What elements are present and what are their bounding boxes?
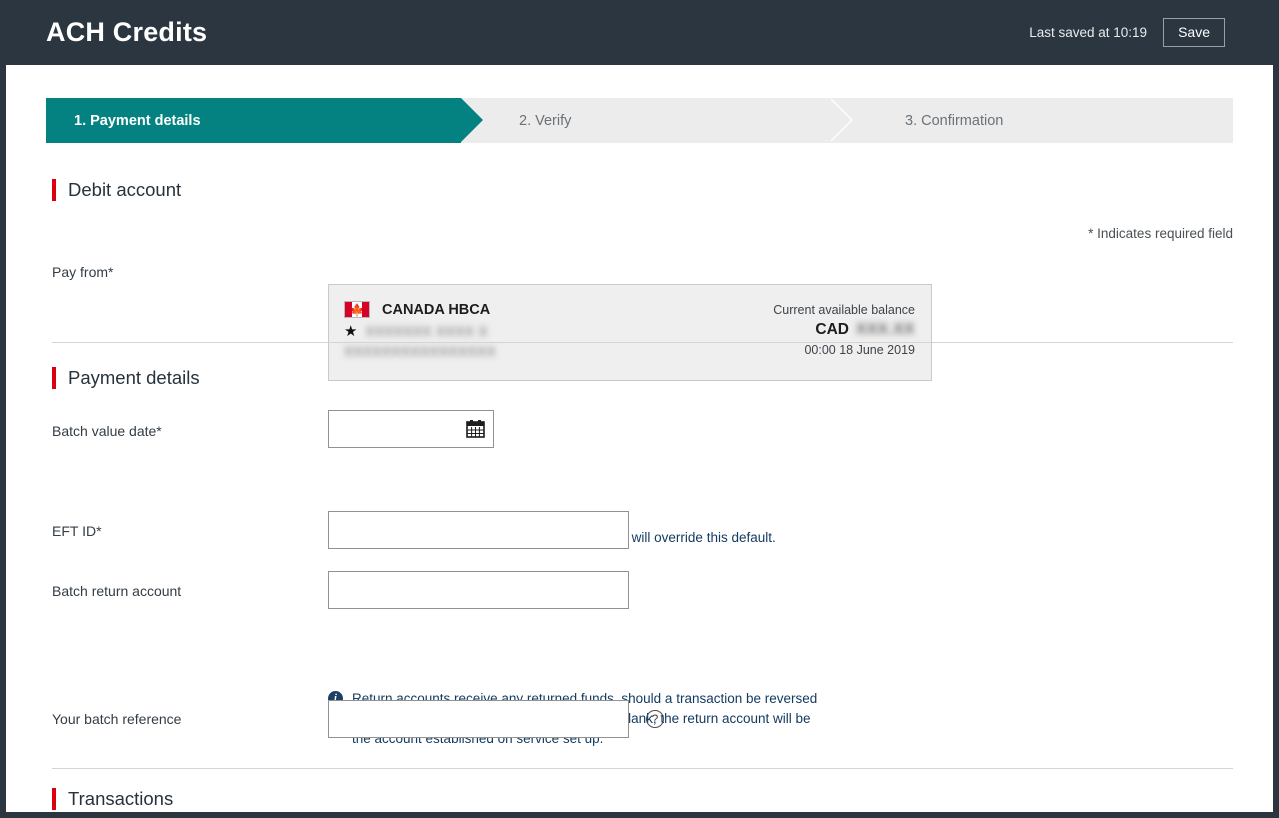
batch-reference-input[interactable] bbox=[328, 700, 629, 738]
debit-account-card[interactable]: 🍁 CANADA HBCA ★ XXXXXXX XXXX X XXXXXXXXX… bbox=[328, 284, 932, 381]
step-3-label: 3. Confirmation bbox=[905, 112, 1004, 129]
app-header: ACH Credits Last saved at 10:19 Save bbox=[0, 0, 1279, 65]
account-title-row: 🍁 CANADA HBCA bbox=[344, 301, 496, 318]
divider-debit-payment bbox=[52, 342, 1233, 343]
account-favorite-row: ★ XXXXXXX XXXX X bbox=[344, 324, 496, 339]
batch-value-date-wrapper bbox=[328, 410, 494, 449]
section-accent-bar bbox=[52, 179, 56, 201]
account-title: CANADA HBCA bbox=[382, 301, 491, 318]
batch-return-account-input[interactable] bbox=[328, 571, 629, 609]
step-confirmation[interactable]: 3. Confirmation bbox=[851, 98, 1233, 143]
balance-timestamp: 00:00 18 June 2019 bbox=[804, 343, 915, 357]
page-body: 1. Payment details 2. Verify 3. Confirma… bbox=[6, 65, 1273, 812]
balance-currency: CAD bbox=[815, 321, 849, 338]
batch-return-account-label: Batch return account bbox=[52, 583, 182, 599]
calendar-icon[interactable] bbox=[466, 419, 485, 438]
progress-stepper: 1. Payment details 2. Verify 3. Confirma… bbox=[46, 98, 1233, 143]
batch-reference-label: Your batch reference bbox=[52, 711, 182, 727]
question-mark-icon[interactable]: ? bbox=[646, 710, 664, 728]
section-title-transactions: Transactions bbox=[68, 788, 174, 809]
page-title: ACH Credits bbox=[46, 17, 208, 47]
account-number-masked: XXXXXXXXXXXXXXXX bbox=[344, 344, 497, 359]
divider-payment-transactions bbox=[52, 768, 1233, 769]
batch-value-date-label: Batch value date* bbox=[52, 423, 162, 439]
balance-amount-masked: XXX.XX bbox=[856, 321, 915, 338]
step-payment-details[interactable]: 1. Payment details bbox=[46, 98, 483, 143]
section-title-payment-details: Payment details bbox=[68, 367, 200, 388]
eft-id-input[interactable] bbox=[328, 511, 629, 549]
header-actions: Last saved at 10:19 Save bbox=[1029, 17, 1225, 48]
account-balance-block: Current available balance CAD XXX.XX 00:… bbox=[773, 303, 915, 357]
balance-amount-row: CAD XXX.XX bbox=[773, 321, 915, 339]
section-header-transactions: Transactions bbox=[52, 788, 173, 810]
account-identity: 🍁 CANADA HBCA ★ XXXXXXX XXXX X XXXXXXXXX… bbox=[344, 301, 496, 359]
save-button[interactable]: Save bbox=[1163, 17, 1225, 48]
section-title-debit-account: Debit account bbox=[68, 179, 182, 200]
step-2-label: 2. Verify bbox=[519, 112, 572, 129]
step-1-label: 1. Payment details bbox=[74, 112, 201, 129]
section-accent-bar bbox=[52, 367, 56, 389]
last-saved-status: Last saved at 10:19 bbox=[1029, 24, 1148, 40]
app-screen: ACH Credits Last saved at 10:19 Save 1. … bbox=[0, 0, 1279, 818]
section-accent-bar bbox=[52, 788, 56, 810]
balance-label: Current available balance bbox=[773, 303, 915, 317]
section-header-payment-details: Payment details bbox=[52, 367, 200, 389]
star-icon: ★ bbox=[344, 323, 358, 340]
canada-flag-icon: 🍁 bbox=[344, 301, 370, 318]
step-verify[interactable]: 2. Verify bbox=[461, 98, 853, 143]
required-field-note: * Indicates required field bbox=[1088, 226, 1233, 241]
pay-from-label: Pay from* bbox=[52, 264, 114, 280]
account-name-masked: XXXXXXX XXXX X bbox=[365, 324, 489, 339]
section-header-debit-account: Debit account bbox=[52, 179, 181, 201]
eft-id-label: EFT ID* bbox=[52, 523, 102, 539]
